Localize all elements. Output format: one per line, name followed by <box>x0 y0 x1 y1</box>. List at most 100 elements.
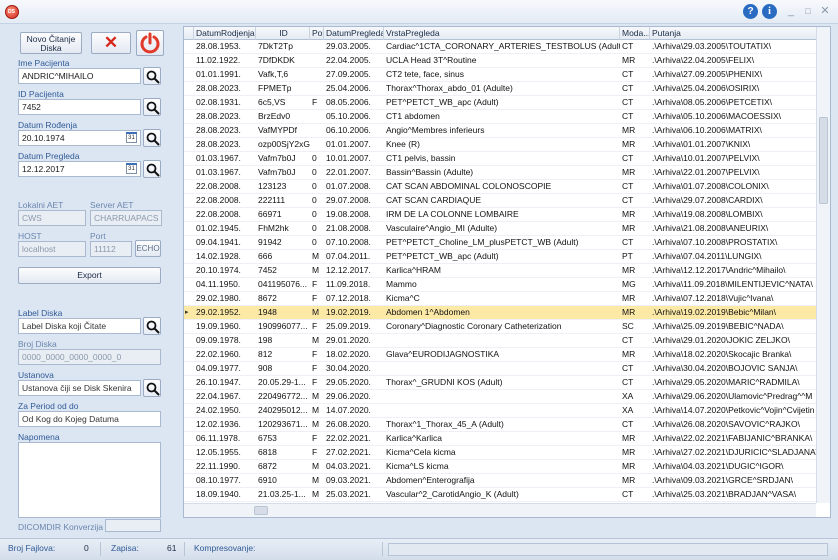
col-exam-date-cell: 01.07.2008. <box>326 181 371 191</box>
table-row[interactable]: 28.08.2023. BrzEdv0 05.10.2006. CT1 abdomen… <box>184 110 816 124</box>
disk-label-search-button[interactable] <box>143 317 161 335</box>
table-row[interactable]: 08.10.1977. 6910 M 09.03.2021. Abdomen^Enter… <box>184 474 816 488</box>
col-exam-type-cell: CT2 tete, face, sinus <box>386 69 464 79</box>
table-row[interactable]: 29.02.1980. 8672 F 07.12.2018. Kicma^C MR .\Ar… <box>184 292 816 306</box>
col-exam-type-cell: PET^PETCT_WB_apc (Adult) <box>386 251 499 261</box>
table-row[interactable]: 22.02.1960. 812 F 18.02.2020. Glava^EURODIJA… <box>184 348 816 362</box>
col-path-header[interactable]: Putanja <box>650 27 820 40</box>
host-input[interactable]: localhost <box>18 241 86 257</box>
table-row[interactable]: 12.02.1936. 120293671... M 26.08.2020. Thora… <box>184 418 816 432</box>
birth-date-search-button[interactable] <box>143 129 161 147</box>
table-row[interactable]: 22.11.1990. 6872 M 04.03.2021. Kicma^LS kicm… <box>184 460 816 474</box>
note-textarea[interactable] <box>18 442 161 518</box>
institution-input[interactable]: Ustanova čiji se Disk Skenira <box>18 380 141 396</box>
table-row[interactable]: ▸ 29.02.1952. 1948 M 19.02.2019. Abdomen 1^Ab… <box>184 306 816 320</box>
export-button[interactable]: Export <box>18 267 161 284</box>
table-row[interactable]: 09.04.1941. 91942 0 07.10.2008. PET^PETCT_Ch… <box>184 236 816 250</box>
help-icon[interactable]: ? <box>743 4 758 19</box>
horizontal-scroll-thumb[interactable] <box>254 506 268 515</box>
new-reading-button[interactable]: Novo Čitanje Diska <box>20 32 82 54</box>
col-sex-cell <box>310 40 324 54</box>
status-divider <box>184 542 185 556</box>
table-row[interactable]: 24.02.1950. 240295012... M 14.07.2020. XA .\A… <box>184 404 816 418</box>
table-row[interactable]: 02.08.1931. 6c5,VS F 08.05.2006. PET^PETCT_W… <box>184 96 816 110</box>
vertical-scroll-thumb[interactable] <box>819 117 828 204</box>
period-input[interactable]: Od Kog do Kojeg Datuma <box>18 411 161 427</box>
table-row[interactable]: 22.04.1967. 220496772... M 29.06.2020. XA .\A… <box>184 390 816 404</box>
col-id-header[interactable]: ID <box>256 27 310 40</box>
maximize-button[interactable]: □ <box>801 3 815 19</box>
patient-id-search-button[interactable] <box>143 98 161 116</box>
birth-date-input[interactable]: 20.10.1974 31 <box>18 130 141 146</box>
studies-grid[interactable]: DatumRodjenja ID Pol DatumPregleda VrstaPreg… <box>183 26 831 518</box>
port-input[interactable]: 11112 <box>90 241 132 257</box>
search-icon <box>146 70 160 84</box>
table-row[interactable]: 11.02.1922. 7DfDKDK 22.04.2005. UCLA Head 3… <box>184 54 816 68</box>
exam-date-search-button[interactable] <box>143 160 161 178</box>
server-aet-input[interactable]: CHARRUAPACS <box>90 210 162 226</box>
table-row[interactable]: 28.08.2023. VafMYPDf 06.10.2006. Angio^Memb… <box>184 124 816 138</box>
col-id-cell: FPMETp <box>258 83 292 93</box>
col-id-cell: 66971 <box>258 209 282 219</box>
table-row[interactable]: 28.08.2023. FPMETp 25.04.2006. Thorax^Thora… <box>184 82 816 96</box>
table-row[interactable]: 01.03.1967. Vafm7b0J 0 22.01.2007. Bassin^Ba… <box>184 166 816 180</box>
col-sex-cell: 0 <box>312 167 317 177</box>
table-row[interactable]: 22.08.2008. 123123 0 01.07.2008. CAT SCAN AB… <box>184 180 816 194</box>
disk-label-input[interactable]: Label Diska koji Čitate <box>18 318 141 334</box>
col-path-cell: .\Arhiva\12.12.2017\Andric^Mihailo\ <box>652 265 786 275</box>
col-id-cell: 198 <box>258 335 273 345</box>
col-exam-type-header[interactable]: VrstaPregleda <box>384 27 620 40</box>
table-row[interactable]: 28.08.1953. 7DkT2Tp 29.03.2005. Cardiac^1CT… <box>184 40 816 54</box>
horizontal-scrollbar[interactable] <box>184 503 816 517</box>
exam-date-input[interactable]: 12.12.2017 31 <box>18 161 141 177</box>
col-path-cell: .\Arhiva\21.08.2008\ANEURIX\ <box>652 223 769 233</box>
table-row[interactable]: 22.08.2008. 66971 0 19.08.2008. IRM DE LA CO… <box>184 208 816 222</box>
col-birth-date-cell: 01.01.1991. <box>196 69 241 79</box>
table-row[interactable]: 01.02.1945. FhM2hk 0 21.08.2008. Vasculaire^… <box>184 222 816 236</box>
institution-search-button[interactable] <box>143 379 161 397</box>
col-exam-date-header[interactable]: DatumPregleda <box>324 27 384 40</box>
table-row[interactable]: 01.03.1967. Vafm7b0J 0 10.01.2007. CT1 pelvi… <box>184 152 816 166</box>
table-row[interactable]: 04.09.1977. 908 F 30.04.2020. CT .\Arhiva\30.… <box>184 362 816 376</box>
info-icon[interactable]: i <box>762 4 777 19</box>
table-row[interactable]: 20.10.1974. 7452 M 12.12.2017. Karlica^HRAM M… <box>184 264 816 278</box>
col-sex-cell: M <box>312 265 320 275</box>
col-sex-header[interactable]: Pol <box>310 27 324 40</box>
table-row[interactable]: 28.08.2023. ozp00SjY2xG 01.01.2007. Knee (R… <box>184 138 816 152</box>
col-path-cell: .\Arhiva\01.01.2007\KNIX\ <box>652 139 751 149</box>
calendar-icon[interactable]: 31 <box>126 132 137 143</box>
col-exam-type-cell: Karlica^Karlica <box>386 433 442 443</box>
patient-name-input[interactable]: ANDRIC^MIHAILO <box>18 68 141 84</box>
table-row[interactable]: 26.10.1947. 20.05.29-1... F 29.05.2020. Thor… <box>184 376 816 390</box>
calendar-icon[interactable]: 31 <box>126 163 137 174</box>
disk-number-input[interactable]: 0000_0000_0000_0000_0 <box>18 349 161 365</box>
col-sex-cell: F <box>312 349 318 359</box>
col-exam-type-cell: CT1 pelvis, bassin <box>386 153 456 163</box>
table-row[interactable]: 22.08.2008. 222111 0 29.07.2008. CAT SCAN CA… <box>184 194 816 208</box>
disk-number-label: Broj Diska <box>18 339 57 349</box>
table-row[interactable]: 01.01.1991. Vafk,T,6 27.09.2005. CT2 tete, … <box>184 68 816 82</box>
col-exam-date-cell: 04.03.2021. <box>326 461 371 471</box>
col-modality-header[interactable]: Moda... <box>620 27 650 40</box>
patient-name-search-button[interactable] <box>143 67 161 85</box>
cancel-button[interactable]: ✕ <box>91 32 131 54</box>
local-aet-input[interactable]: CWS <box>18 210 86 226</box>
table-row[interactable]: 04.11.1950. 041195076... F 11.09.2018. Mammo… <box>184 278 816 292</box>
header-indicator-cell <box>184 27 194 40</box>
power-button[interactable] <box>136 30 164 56</box>
col-birth-date-header[interactable]: DatumRodjenja <box>194 27 256 40</box>
table-row[interactable]: 12.05.1955. 6818 F 27.02.2021. Kicma^Cela ki… <box>184 446 818 460</box>
table-row[interactable]: 14.02.1928. 666 M 07.04.2011. PET^PETCT_WB_a… <box>184 250 816 264</box>
patient-id-input[interactable]: 7452 <box>18 99 141 115</box>
col-exam-type-cell: IRM DE LA COLONNE LOMBAIRE <box>386 209 519 219</box>
table-row[interactable]: 06.11.1978. 6753 F 22.02.2021. Karlica^Karli… <box>184 432 816 446</box>
echo-button[interactable]: ECHO <box>135 240 161 257</box>
minimize-button[interactable]: _ <box>784 3 798 19</box>
vertical-scrollbar[interactable] <box>816 27 830 503</box>
close-window-button[interactable]: ✕ <box>818 3 832 19</box>
table-row[interactable]: 09.09.1978. 198 M 29.01.2020. CT .\Arhiva\29.… <box>184 334 816 348</box>
col-id-cell: 8672 <box>258 293 277 303</box>
table-row[interactable]: 19.09.1960. 190996077... F 25.09.2019. Coron… <box>184 320 816 334</box>
table-row[interactable]: 18.09.1940. 21.03.25-1... M 25.03.2021. Vasc… <box>184 488 816 502</box>
col-modality-cell: SC <box>622 321 634 331</box>
